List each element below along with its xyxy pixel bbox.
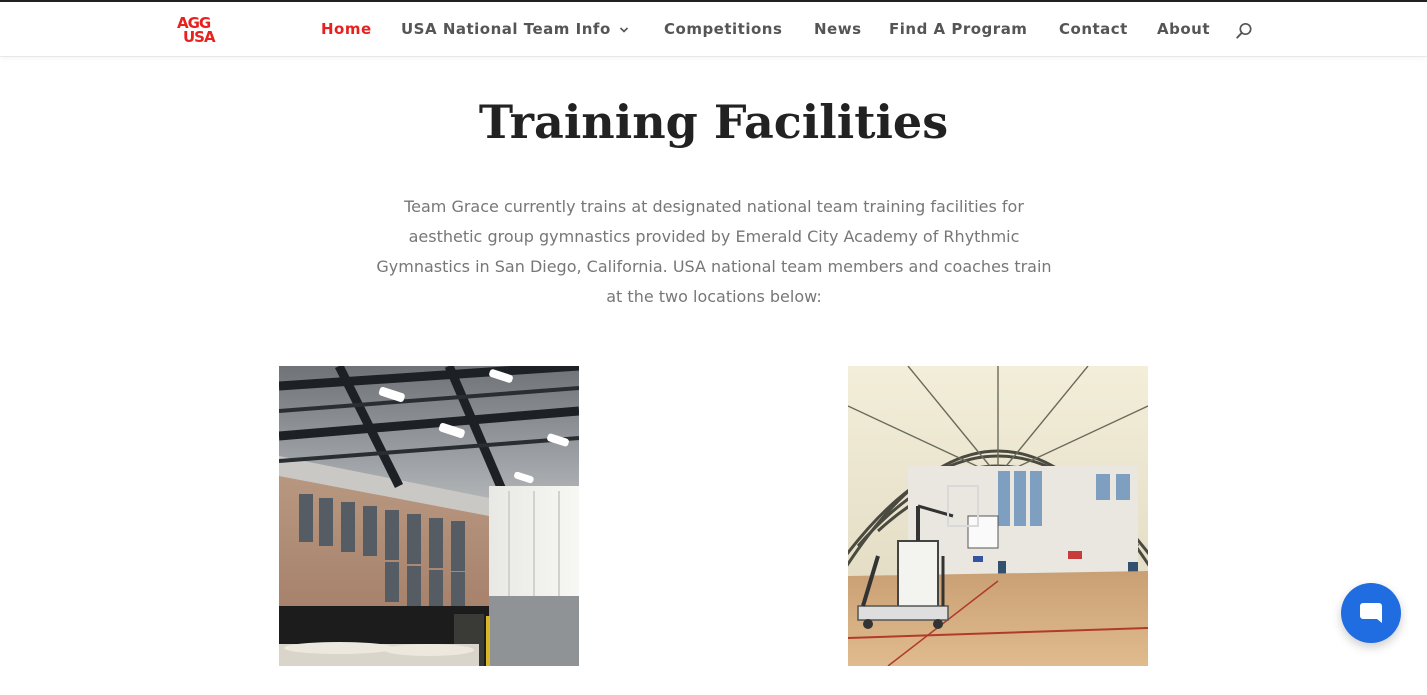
nav-item-usa-national-team-info[interactable]: USA National Team Info (401, 19, 629, 39)
facility-photo-1 (279, 366, 579, 666)
dome-gym-image (848, 366, 1148, 666)
site-header: AGG USA Home USA National Team Info Comp… (0, 2, 1427, 56)
nav-item-label: USA National Team Info (401, 20, 611, 38)
nav-item-news[interactable]: News (814, 19, 862, 39)
nav-item-about[interactable]: About (1157, 19, 1210, 39)
nav-item-home[interactable]: Home (321, 19, 372, 39)
intro-paragraph: Team Grace currently trains at designate… (376, 197, 1052, 306)
gym-interior-image (279, 366, 579, 666)
logo-text-bottom: USA (183, 28, 216, 46)
facility-photo-2 (848, 366, 1148, 666)
nav-item-competitions[interactable]: Competitions (664, 19, 782, 39)
nav-item-contact[interactable]: Contact (1059, 19, 1128, 39)
chevron-down-icon (619, 26, 628, 33)
nav-item-find-a-program[interactable]: Find A Program (889, 19, 1027, 39)
search-icon[interactable] (1235, 22, 1253, 40)
site-logo[interactable]: AGG USA (177, 15, 229, 45)
chat-widget-button[interactable] (1341, 583, 1401, 643)
chat-icon (1360, 603, 1382, 623)
page-title: Training Facilities (478, 95, 949, 149)
